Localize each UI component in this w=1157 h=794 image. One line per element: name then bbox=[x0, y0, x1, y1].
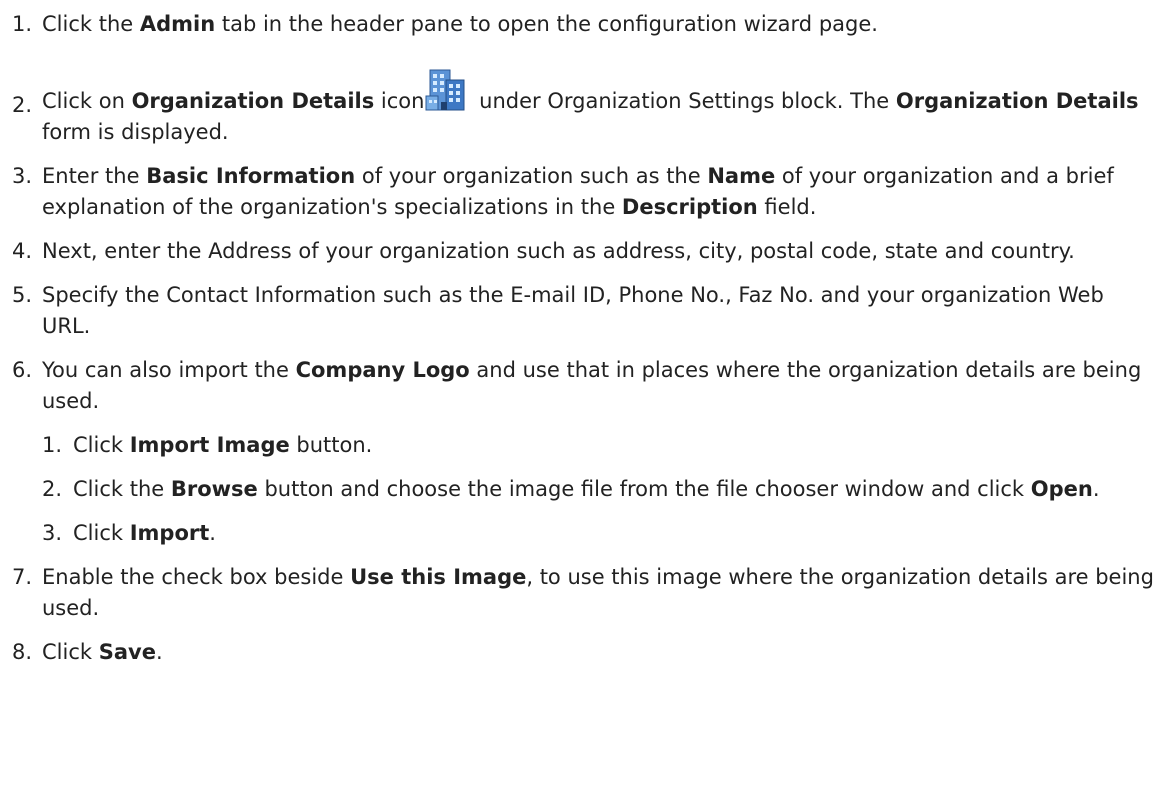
substep-number: 2. bbox=[42, 477, 63, 501]
steps-list: 1. Click the Admin tab in the header pan… bbox=[0, 0, 1157, 664]
step-number: 3. bbox=[12, 164, 33, 188]
step-number: 4. bbox=[12, 239, 33, 263]
step-5: 5. Specify the Contact Information such … bbox=[0, 280, 1157, 342]
step-number: 7. bbox=[12, 565, 33, 589]
substep-1: 1. Click Import Image button. bbox=[0, 430, 1157, 461]
substep-number: 3. bbox=[42, 521, 63, 545]
step-2: 2. Click on Organization Details icon un… bbox=[0, 66, 1157, 148]
step-number: 6. bbox=[12, 358, 33, 382]
step-text: Enter the Basic Information of your orga… bbox=[42, 164, 1114, 219]
step-text: Click on Organization Details icon under… bbox=[42, 66, 1157, 148]
step-text: Click Save. bbox=[42, 640, 163, 664]
step-number: 5. bbox=[12, 283, 33, 307]
step-number: 1. bbox=[12, 12, 33, 36]
substep-3: 3. Click Import. bbox=[0, 518, 1157, 549]
organization-building-icon bbox=[424, 66, 470, 112]
substep-number: 1. bbox=[42, 433, 63, 457]
substep-text: Click Import. bbox=[73, 521, 216, 545]
substep-2: 2. Click the Browse button and choose th… bbox=[0, 474, 1157, 505]
step-8: 8. Click Save. bbox=[0, 637, 1157, 668]
step-7: 7. Enable the check box beside Use this … bbox=[0, 562, 1157, 624]
step-text: Specify the Contact Information such as … bbox=[42, 283, 1104, 338]
help-document: 1. Click the Admin tab in the header pan… bbox=[0, 0, 1157, 794]
step-number: 8. bbox=[12, 640, 33, 664]
organization-details-form-label: Organization Details bbox=[895, 89, 1139, 113]
step-text: You can also import the Company Logo and… bbox=[42, 358, 1142, 413]
step-text: Enable the check box beside Use this Ima… bbox=[42, 565, 1154, 620]
organization-details-label: Organization Details bbox=[131, 89, 375, 113]
substep-text: Click the Browse button and choose the i… bbox=[73, 477, 1100, 501]
step-4: 4. Next, enter the Address of your organ… bbox=[0, 236, 1157, 267]
step-3: 3. Enter the Basic Information of your o… bbox=[0, 161, 1157, 223]
step-6: 6. You can also import the Company Logo … bbox=[0, 355, 1157, 417]
step-text: Click the Admin tab in the header pane t… bbox=[42, 12, 878, 36]
substep-text: Click Import Image button. bbox=[73, 433, 373, 457]
step-1: 1. Click the Admin tab in the header pan… bbox=[0, 9, 1157, 40]
step-text: Next, enter the Address of your organiza… bbox=[42, 239, 1075, 263]
step-number: 2. bbox=[12, 93, 33, 117]
admin-tab-label: Admin bbox=[139, 12, 216, 36]
